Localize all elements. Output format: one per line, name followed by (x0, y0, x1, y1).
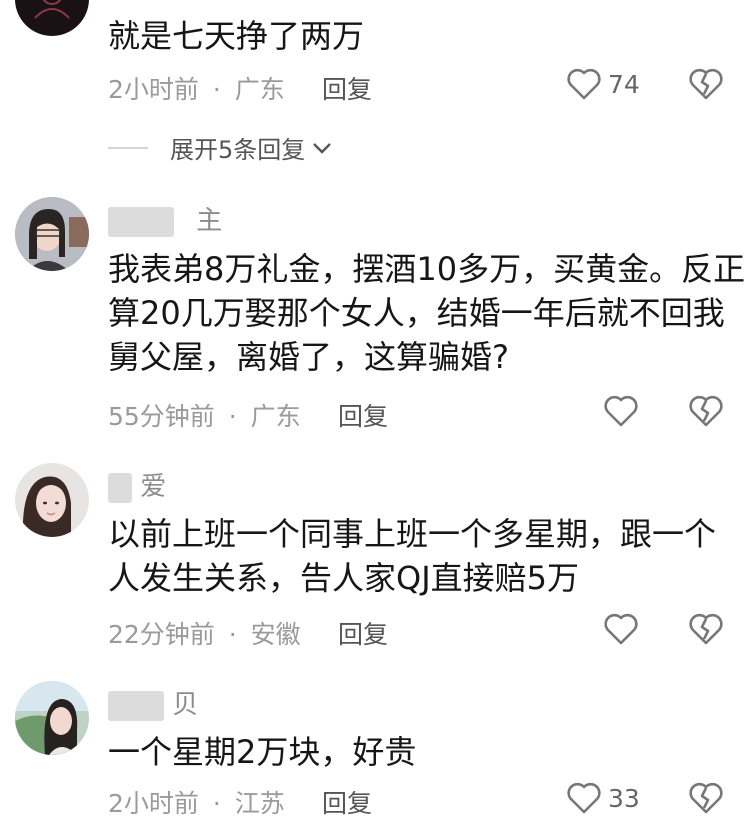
expand-divider (108, 146, 148, 149)
expand-replies-button[interactable]: 展开5条回复 (108, 130, 333, 165)
dislike-button[interactable] (688, 781, 724, 819)
heart-outline-icon (604, 613, 638, 645)
comment-text-line: 算20几万娶那个女人，结婚一年后就不回我 (108, 294, 725, 332)
dislike-button[interactable] (688, 612, 724, 650)
comment-text: 一个星期2万块，好贵 (108, 730, 416, 774)
comment-meta: 55分钟前 · 广东 (108, 397, 301, 433)
comment-text: 以前上班一个同事上班一个多星期，跟一个 人发生关系，告人家QJ直接赔5万 (108, 512, 716, 600)
comment-location: 安徽 (250, 620, 301, 649)
avatar[interactable] (15, 0, 89, 36)
avatar[interactable] (15, 463, 89, 537)
reply-button[interactable]: 回复 (338, 397, 388, 433)
comment-time: 22分钟前 (108, 620, 215, 649)
comment-text-line: 一个星期2万块，好贵 (108, 733, 417, 771)
broken-heart-icon (689, 395, 723, 427)
comment-author[interactable]: 贝 (108, 684, 198, 721)
comment-text-line: 人发生关系，告人家QJ直接赔5万 (108, 559, 579, 597)
dislike-button[interactable] (688, 394, 724, 432)
redacted-name (108, 472, 132, 503)
comment-time: 2小时前 (108, 75, 199, 104)
like-button[interactable]: 33 (566, 781, 640, 815)
comment-text-line: 就是七天挣了两万 (108, 17, 365, 55)
reply-button[interactable]: 回复 (338, 615, 388, 651)
meta-separator: · (228, 402, 237, 431)
dislike-button[interactable] (688, 67, 724, 105)
comment-author[interactable]: 爱 (108, 466, 166, 503)
author-name: 主 (196, 206, 223, 236)
heart-outline-icon (567, 68, 601, 100)
comment-meta: 2小时前 · 广东 (108, 70, 285, 106)
comment-location: 江苏 (234, 789, 285, 818)
reply-button[interactable]: 回复 (322, 784, 372, 820)
comment-meta: 22分钟前 · 安徽 (108, 615, 301, 651)
broken-heart-icon (689, 613, 723, 645)
reply-button[interactable]: 回复 (322, 70, 372, 106)
avatar[interactable] (15, 197, 89, 271)
broken-heart-icon (689, 782, 723, 814)
heart-outline-icon (567, 782, 601, 814)
comment-meta: 2小时前 · 江苏 (108, 784, 285, 820)
heart-outline-icon (604, 395, 638, 427)
comment-text-line: 以前上班一个同事上班一个多星期，跟一个 (108, 515, 717, 553)
broken-heart-icon (689, 68, 723, 100)
comment-time: 2小时前 (108, 789, 199, 818)
like-button[interactable] (603, 394, 645, 428)
comment-time: 55分钟前 (108, 402, 215, 431)
author-name: 爱 (140, 472, 167, 502)
redacted-name (108, 690, 164, 721)
chevron-down-icon (313, 142, 332, 154)
comment-text-line: 我表弟8万礼金，摆酒10多万，买黄金。反正 (108, 250, 746, 288)
comment-location: 广东 (250, 402, 301, 431)
like-button[interactable] (603, 612, 645, 646)
comment-location: 广东 (234, 75, 285, 104)
meta-separator: · (212, 75, 221, 104)
like-count: 74 (608, 69, 640, 99)
meta-separator: · (212, 789, 221, 818)
avatar[interactable] (15, 681, 89, 755)
comment-text: 就是七天挣了两万 (108, 14, 364, 58)
author-name: 贝 (172, 690, 199, 720)
redacted-name (108, 206, 174, 237)
comment-text: 我表弟8万礼金，摆酒10多万，买黄金。反正 算20几万娶那个女人，结婚一年后就不… (108, 247, 745, 379)
expand-label: 展开5条回复 (170, 136, 306, 164)
meta-separator: · (228, 620, 237, 649)
comment-text-line: 舅父屋，离婚了，这算骗婚? (108, 338, 509, 376)
like-count: 33 (608, 783, 640, 813)
like-button[interactable]: 74 (566, 67, 640, 101)
comment-author[interactable]: 主 (108, 200, 222, 237)
